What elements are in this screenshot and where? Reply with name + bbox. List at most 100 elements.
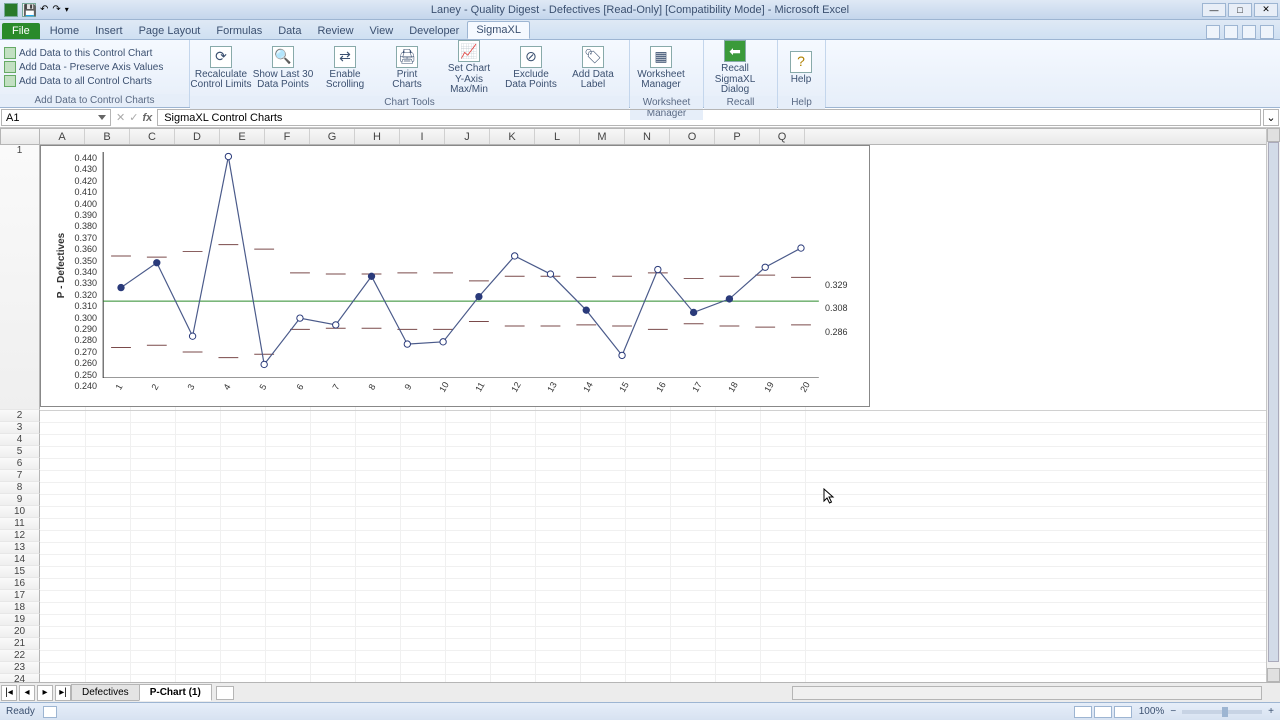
tab-page-layout[interactable]: Page Layout: [131, 23, 209, 39]
qat-dropdown-icon[interactable]: ▾: [65, 5, 69, 14]
column-header[interactable]: N: [625, 129, 670, 144]
row-header[interactable]: 22: [0, 650, 40, 662]
zoom-in-button[interactable]: +: [1268, 706, 1274, 717]
window-restore-icon[interactable]: [1242, 25, 1256, 39]
formula-bar[interactable]: SigmaXL Control Charts: [157, 109, 1261, 126]
row-header[interactable]: 4: [0, 434, 40, 446]
last-sheet-button[interactable]: ▸|: [55, 685, 71, 701]
fx-icon[interactable]: fx: [142, 112, 152, 124]
scroll-down-button[interactable]: [1267, 668, 1280, 682]
set-chart-yaxis-button[interactable]: 📈Set ChartY-Axis Max/Min: [438, 40, 500, 96]
row-header[interactable]: 24: [0, 674, 40, 682]
accept-icon[interactable]: ✓: [129, 111, 138, 124]
row-header[interactable]: 2: [0, 410, 40, 422]
close-button[interactable]: ✕: [1254, 3, 1278, 17]
row-header[interactable]: 14: [0, 554, 40, 566]
minimize-button[interactable]: —: [1202, 3, 1226, 17]
column-header[interactable]: B: [85, 129, 130, 144]
zoom-slider[interactable]: [1182, 710, 1262, 714]
row-header[interactable]: 3: [0, 422, 40, 434]
minimize-ribbon-icon[interactable]: [1206, 25, 1220, 39]
row-header[interactable]: 10: [0, 506, 40, 518]
column-header[interactable]: O: [670, 129, 715, 144]
row-header[interactable]: 6: [0, 458, 40, 470]
add-data-all-charts[interactable]: Add Data to all Control Charts: [4, 74, 163, 88]
zoom-out-button[interactable]: −: [1170, 706, 1176, 717]
scroll-thumb[interactable]: [1268, 142, 1279, 662]
vertical-scrollbar[interactable]: [1266, 128, 1280, 682]
row-header[interactable]: 7: [0, 470, 40, 482]
prev-sheet-button[interactable]: ◂: [19, 685, 35, 701]
row-header[interactable]: 16: [0, 578, 40, 590]
next-sheet-button[interactable]: ▸: [37, 685, 53, 701]
add-data-this-chart[interactable]: Add Data to this Control Chart: [4, 46, 163, 60]
row-header[interactable]: 19: [0, 614, 40, 626]
column-header[interactable]: I: [400, 129, 445, 144]
undo-icon[interactable]: ↶: [40, 4, 48, 15]
redo-icon[interactable]: ↷: [52, 4, 60, 15]
control-chart[interactable]: P - Defectives 0.2400.2500.2600.2700.280…: [40, 145, 870, 407]
help-button[interactable]: ?Help: [778, 40, 824, 96]
recall-dialog-button[interactable]: ⬅Recall SigmaXLDialog: [704, 40, 766, 96]
column-header[interactable]: M: [580, 129, 625, 144]
expand-formula-icon[interactable]: ⌄: [1263, 109, 1279, 126]
save-icon[interactable]: 💾: [22, 3, 36, 17]
scroll-up-button[interactable]: [1267, 128, 1280, 142]
chevron-down-icon[interactable]: [98, 115, 106, 120]
row-header[interactable]: 23: [0, 662, 40, 674]
select-all-corner[interactable]: [0, 128, 40, 145]
macro-record-icon[interactable]: [43, 706, 57, 718]
row-header[interactable]: 18: [0, 602, 40, 614]
row-header[interactable]: 5: [0, 446, 40, 458]
window-close-icon[interactable]: [1260, 25, 1274, 39]
recalculate-button[interactable]: ⟳RecalculateControl Limits: [190, 40, 252, 96]
row-header[interactable]: 8: [0, 482, 40, 494]
sheet-tab-pchart[interactable]: P-Chart (1): [139, 684, 212, 701]
column-header[interactable]: K: [490, 129, 535, 144]
horizontal-scrollbar[interactable]: [792, 686, 1262, 700]
help-icon[interactable]: [1224, 25, 1238, 39]
add-data-label-button[interactable]: 🏷Add DataLabel: [562, 40, 624, 96]
page-layout-view-button[interactable]: [1094, 706, 1112, 718]
column-header[interactable]: G: [310, 129, 355, 144]
row-header[interactable]: 15: [0, 566, 40, 578]
column-header[interactable]: H: [355, 129, 400, 144]
file-tab[interactable]: File: [2, 23, 40, 39]
row-header[interactable]: 21: [0, 638, 40, 650]
sheet-tab-defectives[interactable]: Defectives: [71, 684, 140, 701]
column-header[interactable]: F: [265, 129, 310, 144]
column-header[interactable]: J: [445, 129, 490, 144]
row-header[interactable]: 20: [0, 626, 40, 638]
row-header[interactable]: 13: [0, 542, 40, 554]
enable-scrolling-button[interactable]: ⇄EnableScrolling: [314, 40, 376, 96]
new-sheet-button[interactable]: [216, 686, 234, 700]
column-header[interactable]: P: [715, 129, 760, 144]
tab-review[interactable]: Review: [309, 23, 361, 39]
column-header[interactable]: A: [40, 129, 85, 144]
row-header[interactable]: 9: [0, 494, 40, 506]
cancel-icon[interactable]: ✕: [116, 111, 125, 124]
row-header[interactable]: 17: [0, 590, 40, 602]
column-header[interactable]: Q: [760, 129, 805, 144]
column-header[interactable]: D: [175, 129, 220, 144]
normal-view-button[interactable]: [1074, 706, 1092, 718]
row-header[interactable]: 11: [0, 518, 40, 530]
page-break-view-button[interactable]: [1114, 706, 1132, 718]
row-header[interactable]: 1: [0, 145, 40, 410]
add-data-preserve-axis[interactable]: Add Data - Preserve Axis Values: [4, 60, 163, 74]
column-header[interactable]: E: [220, 129, 265, 144]
zoom-level[interactable]: 100%: [1139, 706, 1165, 717]
exclude-data-button[interactable]: ⊘ExcludeData Points: [500, 40, 562, 96]
tab-insert[interactable]: Insert: [87, 23, 131, 39]
first-sheet-button[interactable]: |◂: [1, 685, 17, 701]
grid-area[interactable]: 1234567891011121314151617181920212223242…: [0, 145, 1266, 682]
tab-home[interactable]: Home: [42, 23, 87, 39]
show-last-30-button[interactable]: 🔍Show Last 30Data Points: [252, 40, 314, 96]
tab-developer[interactable]: Developer: [401, 23, 467, 39]
tab-data[interactable]: Data: [270, 23, 309, 39]
column-header[interactable]: C: [130, 129, 175, 144]
print-charts-button[interactable]: 🖨PrintCharts: [376, 40, 438, 96]
tab-sigmaxl[interactable]: SigmaXL: [467, 21, 530, 39]
maximize-button[interactable]: □: [1228, 3, 1252, 17]
column-header[interactable]: L: [535, 129, 580, 144]
